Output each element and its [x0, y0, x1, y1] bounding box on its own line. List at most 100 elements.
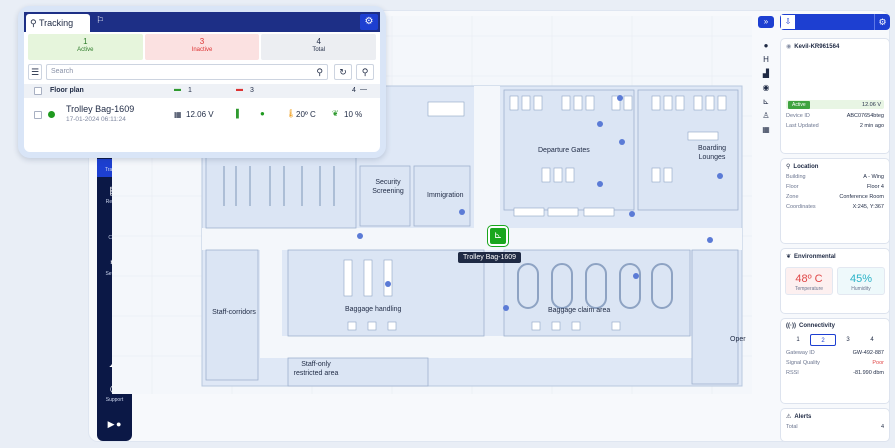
stat-total-label: Total	[312, 47, 326, 53]
route-pin-icon: ⚐	[96, 15, 105, 25]
location-card: ⚲ Location Building A - Wing Floor Floor 4…	[780, 158, 890, 244]
connectivity-key: Signal Quality	[786, 360, 820, 366]
trolley-marker[interactable]: ⊾	[488, 226, 508, 246]
alerts-total-value: 4	[880, 424, 884, 430]
item-name: Trolley Bag-1609	[66, 104, 135, 114]
search-icon[interactable]: ⚲	[316, 65, 323, 79]
alerts-card: ⚠ Alerts Total 4	[780, 408, 890, 442]
device-tag-icon[interactable]: ⇩	[780, 14, 796, 30]
connectivity-value: Poor	[872, 360, 884, 366]
group-green-count: 1	[188, 87, 192, 94]
tab-route[interactable]: ⚐	[96, 15, 104, 26]
connectivity-tab[interactable]: 4	[860, 334, 884, 346]
stat-total[interactable]: 4 Total	[261, 34, 377, 60]
location-value: A - Wing	[863, 174, 884, 180]
stat-active[interactable]: 1 Active	[28, 34, 143, 60]
connectivity-title-text: Connectivity	[799, 323, 836, 329]
building-icon[interactable]: ▟	[758, 68, 774, 80]
label-security-screening: Security Screening	[372, 179, 404, 195]
item-humidity: 10 %	[344, 110, 363, 119]
group-floor-plan[interactable]: Floor plan ▬ 1 ▬ 3 4 —	[24, 84, 380, 98]
ruler-icon[interactable]: ⊾	[758, 96, 774, 108]
device-selector[interactable]: ⇩ ⚙	[780, 14, 890, 30]
connectivity-tab[interactable]: 1	[786, 334, 810, 346]
label-immigration: Immigration	[427, 192, 464, 199]
location-key: Building	[786, 174, 806, 180]
last-updated-label: Last Updated	[786, 123, 819, 129]
user-pin-icon[interactable]: ♙	[758, 110, 774, 122]
play-store-icon[interactable]: ▶	[108, 419, 115, 429]
signal-icon: ((·))	[786, 323, 796, 329]
location-row: Zone Conference Room	[786, 194, 884, 200]
nav-support-label: Support	[105, 397, 124, 403]
label-departure-gates: Departure Gates	[538, 147, 590, 154]
layers-icon[interactable]: ●	[758, 40, 774, 52]
alerts-title-text: Alerts	[794, 413, 812, 420]
connectivity-row: RSSI -81.990 dbm	[786, 370, 884, 376]
location-title-text: Location	[793, 163, 819, 170]
location-key: Zone	[786, 194, 799, 200]
stat-inactive-label: Inactive	[191, 47, 213, 53]
connectivity-row: Gateway ID GW-492-887	[786, 350, 884, 356]
stat-total-value: 4	[316, 37, 321, 46]
green-trolley-icon: ▬	[174, 86, 181, 93]
humidity-icon: ❦	[332, 109, 339, 118]
panel-settings-icon[interactable]: ⚙	[360, 14, 378, 30]
device-selector-bar[interactable]	[796, 14, 874, 30]
location-title: ⚲ Location	[786, 163, 884, 171]
leaf-icon: ❦	[786, 254, 792, 260]
alerts-total-label: Total	[786, 424, 798, 430]
refresh-icon[interactable]: ↻	[334, 64, 352, 80]
humidity-box: 45% Humidity	[837, 267, 885, 295]
connectivity-tab[interactable]: 3	[836, 334, 860, 346]
device-status-bar: Active 12.06 V	[786, 100, 884, 109]
alerts-total-row: Total 4	[786, 424, 884, 430]
device-voltage: 12.06 V	[862, 101, 881, 108]
trolley-tooltip: Trolley Bag-1609	[458, 252, 522, 263]
apple-icon[interactable]: ●	[116, 419, 121, 429]
connectivity-value: -81.990 dbm	[853, 370, 884, 376]
location-pin-icon: ⚲	[786, 164, 791, 170]
grid-icon[interactable]: ▦	[758, 124, 774, 136]
temperature-box: 48º C Temperature	[785, 267, 833, 295]
device-settings-icon[interactable]: ⚙	[874, 14, 890, 30]
connectivity-row: Signal Quality Poor	[786, 360, 884, 366]
collapse-icon[interactable]: —	[360, 86, 367, 93]
target-icon[interactable]: ◉	[758, 82, 774, 94]
tracked-item-row[interactable]: Trolley Bag-1609 17-01-2024 06:11:24 ▦ 1…	[24, 100, 380, 130]
search-input[interactable]: Search ⚲	[46, 64, 328, 80]
group-total: 4	[352, 87, 356, 94]
device-id-label: Device ID	[786, 113, 810, 119]
app-store-links[interactable]: ▶ ●	[97, 419, 132, 430]
signal-bar-icon: ▌	[236, 109, 242, 118]
expand-button[interactable]: »	[758, 16, 774, 28]
connectivity-tab[interactable]: 2	[810, 334, 836, 346]
item-status-dot	[48, 111, 55, 118]
stat-active-value: 1	[83, 37, 88, 46]
tab-tracking-label: Tracking	[38, 18, 74, 28]
stat-inactive[interactable]: 3 Inactive	[144, 34, 260, 60]
stat-active-label: Active	[77, 47, 94, 53]
filter-menu-icon[interactable]: ☰	[28, 64, 42, 80]
item-checkbox[interactable]	[34, 111, 42, 119]
label-baggage-handling: Baggage handling	[345, 306, 402, 313]
device-image-area	[786, 50, 884, 96]
item-temperature: 20º C	[296, 110, 316, 119]
humidity-value: 45%	[849, 273, 873, 285]
temperature-value: 48º C	[795, 273, 823, 285]
last-updated-row: Last Updated 2 min ago	[786, 123, 884, 129]
right-panel: » ● H ▟ ◉ ⊾ ♙ ▦ ⇩ ⚙ ◉ Kevil-KR961564 Act…	[756, 12, 892, 444]
location-row: Floor Floor 4	[786, 184, 884, 190]
device-card: ◉ Kevil-KR961564 Active 12.06 V Device I…	[780, 38, 890, 154]
wifi-badge-icon: ●	[260, 109, 265, 118]
humidity-label: Humidity	[851, 286, 871, 292]
last-updated-value: 2 min ago	[859, 123, 884, 129]
status-badge: Active	[788, 101, 810, 109]
tab-tracking[interactable]: ⚲ Tracking	[26, 14, 90, 32]
group-checkbox[interactable]	[34, 87, 42, 95]
locate-pin-icon[interactable]: ⚲	[356, 64, 374, 80]
label-staff-corridors: Staff-corridors	[212, 309, 256, 316]
route-icon[interactable]: H	[758, 54, 774, 66]
label-boarding-lounges: Boarding Lounges	[697, 145, 727, 161]
environmental-title: ❦ Environmental	[786, 253, 884, 261]
